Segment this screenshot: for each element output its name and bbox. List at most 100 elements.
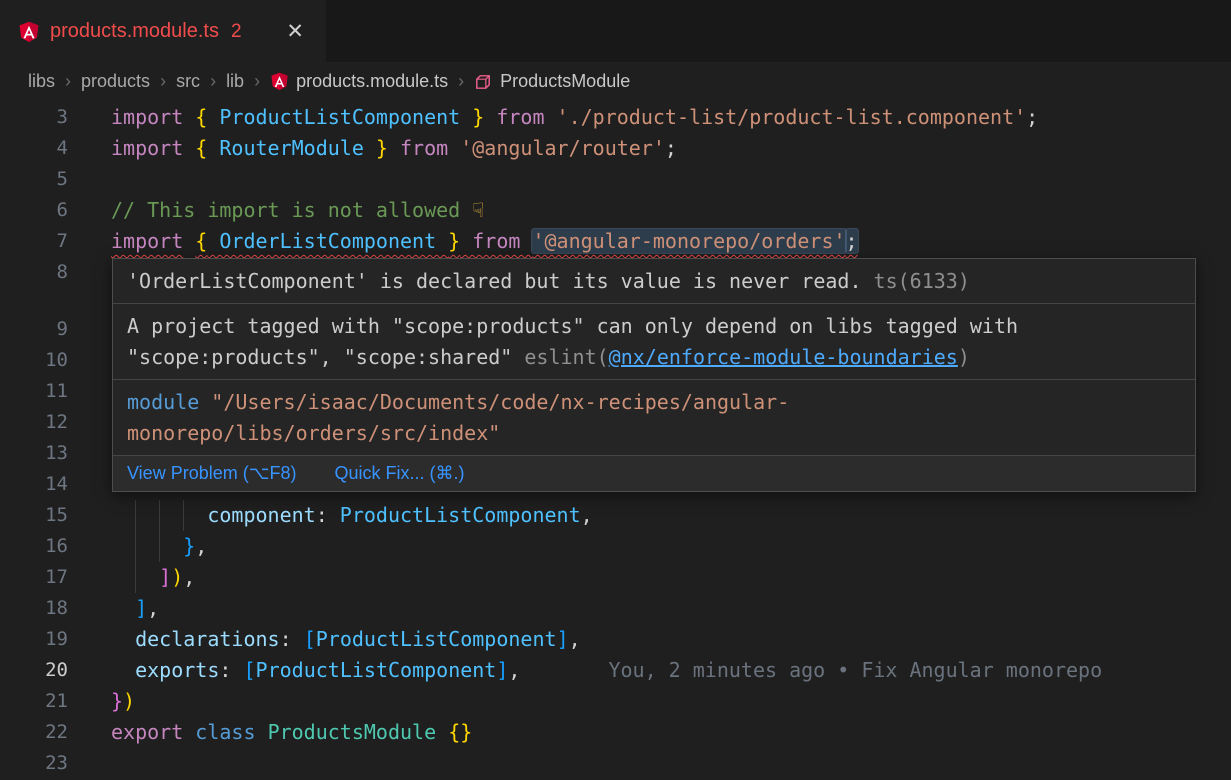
token: ] (557, 627, 569, 651)
code-line-20[interactable]: 20 exports: [ProductListComponent],You, … (0, 655, 1231, 686)
code-line-3[interactable]: 3import { ProductListComponent } from '.… (0, 102, 1231, 133)
token (183, 136, 195, 160)
code-content: declarations: [ProductListComponent], (111, 624, 581, 655)
token: import (111, 136, 183, 160)
line-number[interactable]: 6 (0, 195, 68, 226)
code-line-17[interactable]: 17 ]), (0, 562, 1231, 593)
indent-guide (135, 531, 136, 562)
breadcrumb-item-lib[interactable]: lib (226, 71, 244, 92)
token: component (207, 503, 315, 527)
line-number[interactable]: 21 (0, 686, 68, 717)
breadcrumb-label: src (176, 71, 200, 92)
token: OrderListComponent (207, 229, 448, 253)
line-number[interactable]: 10 (0, 345, 68, 376)
token: } (472, 105, 484, 129)
line-number[interactable]: 7 (0, 226, 68, 257)
tab-products-module-ts[interactable]: products.module.ts 2 ✕ (0, 0, 326, 63)
token (111, 534, 183, 558)
line-number[interactable]: 16 (0, 531, 68, 562)
breadcrumb-label: products.module.ts (296, 71, 448, 92)
line-number[interactable]: 18 (0, 593, 68, 624)
token: exports (135, 658, 219, 682)
token: , (569, 627, 581, 651)
token (436, 720, 448, 744)
breadcrumb-item-products[interactable]: products (81, 71, 150, 92)
hover-text-line: module "/Users/isaac/Documents/code/nx-r… (127, 387, 1181, 418)
token (183, 229, 195, 253)
diagnostic-eslint: A project tagged with "scope:products" c… (113, 304, 1195, 380)
eslint-rule-link[interactable]: @nx/enforce-module-boundaries (609, 345, 958, 369)
tab-problems-badge: 2 (231, 21, 242, 43)
token: from (460, 229, 532, 253)
token: : (316, 503, 340, 527)
code-line-7[interactable]: 7import { OrderListComponent } from '@an… (0, 226, 1231, 257)
hover-text-line: "scope:products", "scope:shared" eslint(… (127, 342, 1181, 373)
breadcrumb-item-libs[interactable]: libs (28, 71, 55, 92)
token: , (581, 503, 593, 527)
token: ] (159, 565, 171, 589)
code-line-21[interactable]: 21}) (0, 686, 1231, 717)
token: ProductListComponent (207, 105, 472, 129)
line-number[interactable]: 9 (0, 314, 68, 345)
line-number[interactable]: 15 (0, 500, 68, 531)
breadcrumb-label: ProductsModule (500, 71, 630, 92)
breadcrumb-separator: › (65, 71, 71, 92)
code-editor[interactable]: 3import { ProductListComponent } from '.… (0, 100, 1231, 780)
breadcrumb-item-productsmodule[interactable]: ProductsModule (474, 71, 630, 92)
token: '@angular-monorepo/orders' (532, 229, 845, 253)
token: import (111, 105, 183, 129)
token: from (484, 105, 556, 129)
token: export (111, 720, 183, 744)
code-content: }) (111, 686, 135, 717)
code-line-18[interactable]: 18 ], (0, 593, 1231, 624)
diagnostic-ts: 'OrderListComponent' is declared but its… (113, 259, 1195, 304)
line-number[interactable]: 13 (0, 438, 68, 469)
view-problem-action[interactable]: View Problem (⌥F8) (127, 463, 296, 484)
token: // This import is not allowed (111, 198, 472, 222)
code-line-6[interactable]: 6// This import is not allowed ☟ (0, 195, 1231, 226)
token: [ (304, 627, 316, 651)
close-icon[interactable]: ✕ (282, 17, 308, 46)
code-line-22[interactable]: 22export class ProductsModule {} (0, 717, 1231, 748)
code-line-4[interactable]: 4 import { RouterModule } from '@angular/… (0, 133, 1231, 164)
token: ) (171, 565, 183, 589)
quick-fix-action[interactable]: Quick Fix... (⌘.) (334, 463, 464, 484)
hover-text-line: monorepo/libs/orders/src/index" (127, 418, 1181, 449)
class-icon (474, 72, 493, 91)
code-line-19[interactable]: 19 declarations: [ProductListComponent], (0, 624, 1231, 655)
line-number[interactable]: 11 (0, 376, 68, 407)
token: class (195, 720, 255, 744)
indent-guide (159, 500, 160, 531)
line-number[interactable]: 12 (0, 407, 68, 438)
line-number[interactable]: 5 (0, 164, 68, 195)
code-line-15[interactable]: 15 component: ProductListComponent, (0, 500, 1231, 531)
hover-text-line: A project tagged with "scope:products" c… (127, 311, 1181, 342)
line-number[interactable]: 20 (0, 655, 68, 686)
token: } (376, 136, 388, 160)
token: module (127, 390, 199, 414)
token: "/Users/isaac/Documents/code/nx-recipes/… (199, 390, 789, 414)
line-number[interactable]: 8 (0, 257, 68, 288)
line-number[interactable]: 4 (0, 133, 68, 164)
token: RouterModule (207, 136, 376, 160)
breadcrumb-item-products-module-ts[interactable]: products.module.ts (270, 71, 448, 92)
code-content: }, (111, 531, 207, 562)
line-number[interactable]: 22 (0, 717, 68, 748)
problem-hover-popup: 'OrderListComponent' is declared but its… (112, 258, 1196, 492)
token: monorepo/libs/orders/src/index" (127, 421, 500, 445)
breadcrumb-item-src[interactable]: src (176, 71, 200, 92)
code-line-23[interactable]: 23 (0, 748, 1231, 779)
token: {} (448, 720, 472, 744)
code-content: import { RouterModule } from '@angular/r… (111, 133, 677, 164)
line-number[interactable]: 3 (0, 102, 68, 133)
line-number[interactable]: 19 (0, 624, 68, 655)
token: { (195, 229, 207, 253)
code-line-16[interactable]: 16 }, (0, 531, 1231, 562)
breadcrumb: libs›products›src›lib›products.module.ts… (0, 63, 1231, 100)
line-number[interactable]: 23 (0, 748, 68, 779)
line-number[interactable]: 14 (0, 469, 68, 500)
breadcrumb-label: products (81, 71, 150, 92)
line-number[interactable]: 17 (0, 562, 68, 593)
token (183, 720, 195, 744)
code-line-5[interactable]: 5 (0, 164, 1231, 195)
